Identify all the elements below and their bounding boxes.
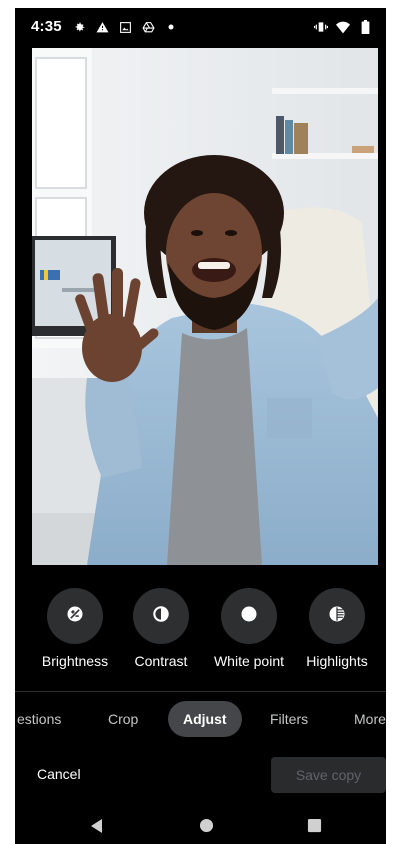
divider (15, 691, 386, 692)
tool-label: Highlights (306, 653, 368, 669)
highlights-icon (327, 604, 347, 629)
battery-icon (358, 20, 372, 34)
tab-adjust[interactable]: Adjust (168, 701, 242, 737)
image-icon (118, 20, 132, 34)
system-nav-bar (15, 808, 386, 844)
wifi-icon (336, 20, 350, 34)
brightness-icon (65, 604, 85, 629)
status-bar: 4:35 (15, 8, 386, 42)
recents-icon[interactable] (307, 818, 322, 838)
tool-label: White point (213, 653, 285, 669)
system-status-icons (314, 20, 372, 34)
tool-white-point[interactable]: White point (204, 588, 294, 669)
notification-icons (72, 20, 178, 34)
home-icon[interactable] (199, 818, 214, 838)
tool-highlights[interactable]: Highlights (292, 588, 382, 669)
tool-label: Brightness (41, 653, 109, 669)
tab-more[interactable]: More (354, 701, 386, 737)
tool-contrast[interactable]: Contrast (116, 588, 206, 669)
brightness-button[interactable] (47, 588, 103, 644)
tool-label: Contrast (134, 653, 188, 669)
contrast-button[interactable] (133, 588, 189, 644)
back-icon[interactable] (89, 818, 103, 839)
cancel-button[interactable]: Cancel (37, 766, 81, 782)
save-copy-button[interactable]: Save copy (271, 757, 386, 793)
vibrate-icon (314, 20, 328, 34)
phone-screen: 4:35 Brightness Contrast White point Hig… (15, 8, 386, 844)
tool-brightness[interactable]: Brightness (30, 588, 120, 669)
tab-suggestions[interactable]: estions (17, 701, 61, 737)
editor-tabs: estions Crop Adjust Filters More (15, 701, 386, 739)
tab-filters[interactable]: Filters (270, 701, 308, 737)
tab-crop[interactable]: Crop (108, 701, 138, 737)
status-time: 4:35 (31, 18, 62, 35)
white-point-icon (239, 604, 259, 629)
white-point-button[interactable] (221, 588, 277, 644)
warning-icon (95, 20, 109, 34)
dot-icon (164, 20, 178, 34)
photo-preview[interactable] (32, 48, 378, 565)
google-drive-icon (141, 20, 155, 34)
contrast-icon (151, 604, 171, 629)
settings-icon (72, 20, 86, 34)
highlights-button[interactable] (309, 588, 365, 644)
adjust-tools: Brightness Contrast White point Highligh… (15, 588, 386, 678)
